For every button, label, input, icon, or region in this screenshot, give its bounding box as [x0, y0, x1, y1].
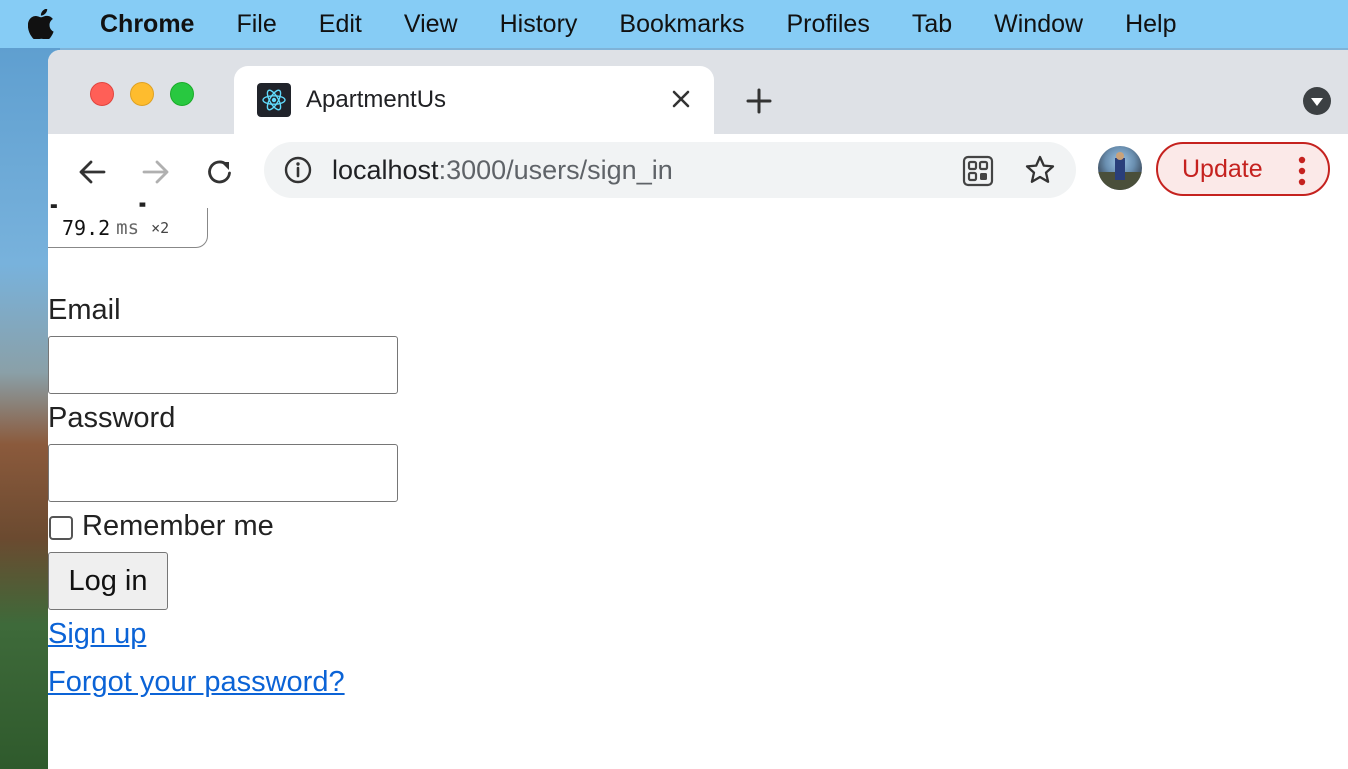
tab-apartmentus[interactable]: ApartmentUs	[234, 66, 714, 134]
update-label: Update	[1182, 154, 1263, 183]
url-text[interactable]: localhost:3000/users/sign_in	[332, 155, 673, 186]
menu-profiles[interactable]: Profiles	[786, 10, 869, 39]
tab-search-icon[interactable]	[1302, 86, 1332, 116]
tab-strip: ApartmentUs	[48, 50, 1348, 134]
perf-unit: ms	[116, 216, 140, 239]
address-bar[interactable]: localhost:3000/users/sign_in	[264, 142, 1076, 198]
back-icon[interactable]	[74, 154, 110, 190]
perf-multiplier: ×2	[151, 218, 170, 237]
site-info-icon[interactable]	[284, 156, 312, 184]
browser-window: ApartmentUs localhost:3000/users/sign_in…	[48, 50, 1348, 769]
reload-icon[interactable]	[202, 154, 238, 190]
menu-bookmarks[interactable]: Bookmarks	[619, 10, 744, 39]
new-tab-icon[interactable]	[742, 84, 776, 118]
minimize-window-button[interactable]	[130, 82, 154, 106]
sign-up-link[interactable]: Sign up	[48, 618, 146, 651]
menu-file[interactable]: File	[236, 10, 276, 39]
tab-title: ApartmentUs	[306, 86, 447, 113]
email-label: Email	[48, 294, 121, 326]
password-label: Password	[48, 402, 176, 434]
menu-view[interactable]: View	[404, 10, 458, 39]
mac-menu-bar: Chrome File Edit View History Bookmarks …	[0, 0, 1348, 48]
menu-window[interactable]: Window	[994, 10, 1083, 39]
menu-history[interactable]: History	[500, 10, 578, 39]
forward-icon[interactable]	[138, 154, 174, 190]
fullscreen-window-button[interactable]	[170, 82, 194, 106]
page-content: 79.2 ms ×2 Log in Email Password Remembe…	[48, 198, 1348, 769]
react-icon	[257, 83, 291, 117]
login-button[interactable]: Log in	[48, 552, 168, 610]
remember-me-label[interactable]: Remember me	[82, 510, 274, 543]
more-options-icon[interactable]	[1298, 156, 1306, 186]
remember-me-checkbox[interactable]	[49, 516, 73, 540]
forgot-password-link[interactable]: Forgot your password?	[48, 666, 345, 699]
menu-chrome[interactable]: Chrome	[100, 10, 194, 39]
qr-code-icon[interactable]	[962, 155, 994, 187]
menu-help[interactable]: Help	[1125, 10, 1176, 39]
password-field[interactable]	[48, 444, 398, 502]
bookmark-star-icon[interactable]	[1024, 154, 1056, 186]
apple-icon[interactable]	[28, 9, 58, 39]
url-host: localhost	[332, 155, 439, 185]
menu-tab[interactable]: Tab	[912, 10, 952, 39]
close-tab-icon[interactable]	[666, 84, 696, 114]
close-window-button[interactable]	[90, 82, 114, 106]
perf-value: 79.2	[62, 215, 111, 240]
browser-toolbar: localhost:3000/users/sign_in Update	[48, 134, 1348, 209]
profile-avatar[interactable]	[1098, 146, 1142, 190]
email-field[interactable]	[48, 336, 398, 394]
update-button[interactable]: Update	[1156, 142, 1330, 196]
menu-edit[interactable]: Edit	[319, 10, 362, 39]
url-path: :3000/users/sign_in	[438, 155, 673, 185]
perf-badge: 79.2 ms ×2	[48, 208, 208, 248]
